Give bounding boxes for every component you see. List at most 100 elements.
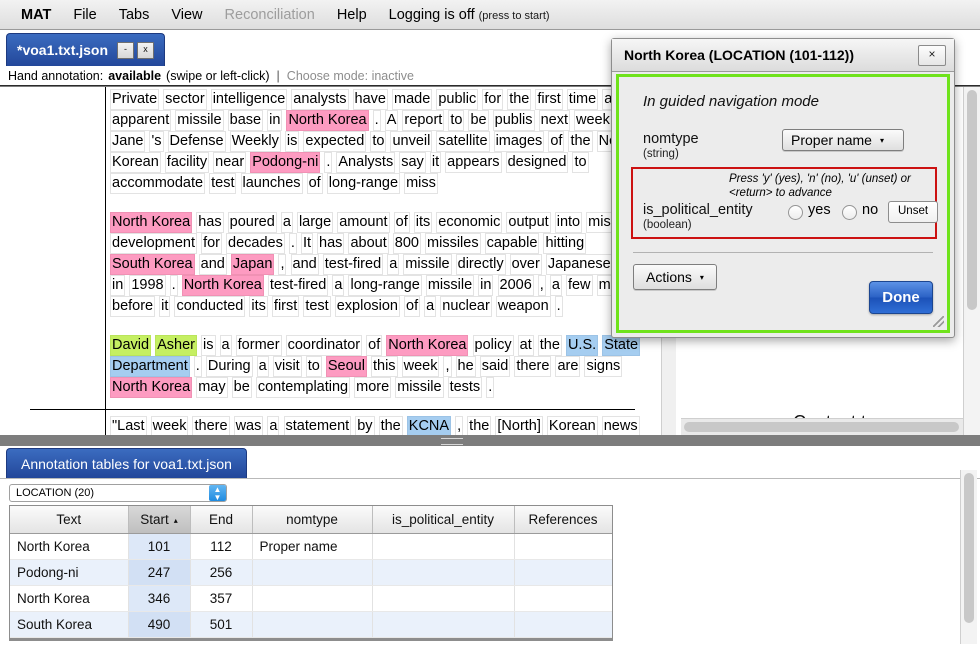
word-token[interactable]: he [455, 356, 476, 377]
word-token[interactable]: by [355, 416, 375, 435]
word-token[interactable]: 1998 [129, 275, 166, 296]
word-token[interactable]: . [169, 275, 178, 296]
word-token[interactable]: A [384, 110, 399, 131]
word-token[interactable]: a [387, 254, 400, 275]
word-token[interactable]: Defense [167, 131, 226, 152]
word-token[interactable]: are [555, 356, 581, 377]
cell-is-political-entity[interactable] [372, 611, 515, 638]
annotated-span[interactable]: Podong-ni [250, 152, 321, 173]
word-token[interactable]: "Last [110, 416, 147, 435]
cell-end[interactable]: 357 [190, 585, 253, 612]
word-token[interactable]: Private [110, 89, 160, 110]
resize-grip-icon[interactable] [933, 316, 944, 327]
annotated-span[interactable]: North Korea [110, 377, 193, 398]
menu-item-help[interactable]: Help [326, 7, 378, 23]
workarea-vertical-scrollbar[interactable] [963, 87, 980, 435]
word-token[interactable]: of [393, 212, 410, 233]
radio-yes[interactable] [788, 205, 803, 220]
annotated-span[interactable]: Japan [230, 254, 275, 275]
word-token[interactable]: of [306, 173, 323, 194]
word-token[interactable]: its [249, 296, 268, 317]
cell-end[interactable]: 256 [190, 559, 253, 586]
word-token[interactable]: of [366, 335, 383, 356]
menu-item-tabs[interactable]: Tabs [108, 7, 161, 23]
cell-is-political-entity[interactable] [372, 585, 515, 612]
cell-text[interactable]: South Korea [10, 611, 129, 638]
word-token[interactable]: the [537, 335, 562, 356]
annotated-span[interactable]: North Korea [286, 110, 369, 131]
table-row[interactable]: North Korea 101 112 Proper name [10, 533, 612, 560]
word-token[interactable]: in [267, 110, 283, 131]
annotated-span[interactable]: David [110, 335, 152, 356]
table-row[interactable]: Podong-ni 247 256 [10, 559, 612, 586]
cell-is-political-entity[interactable] [372, 559, 515, 586]
word-token[interactable]: amount [337, 212, 390, 233]
cell-references[interactable] [514, 559, 612, 586]
word-token[interactable]: directly [455, 254, 506, 275]
word-token[interactable]: designed [505, 152, 569, 173]
cell-text[interactable]: North Korea [10, 585, 129, 612]
word-token[interactable]: the [378, 416, 403, 435]
dialog-close-icon[interactable]: × [918, 44, 946, 66]
word-token[interactable]: there [192, 416, 230, 435]
choose-mode-status[interactable]: Choose mode: inactive [287, 69, 414, 83]
word-token[interactable]: report [402, 110, 445, 131]
word-token[interactable]: few [565, 275, 593, 296]
word-token[interactable]: test-fired [267, 275, 329, 296]
word-token[interactable]: more [354, 377, 392, 398]
annotated-span[interactable]: U.S. [565, 335, 599, 356]
word-token[interactable]: explosion [334, 296, 400, 317]
annotation-type-select[interactable]: LOCATION (20) ▲ ▼ [9, 484, 227, 502]
word-token[interactable]: it [159, 296, 171, 317]
splitter-grip-icon[interactable] [441, 438, 463, 445]
annotation-panel-scroll-thumb[interactable] [964, 473, 974, 623]
word-token[interactable]: the [507, 89, 532, 110]
word-token[interactable]: Korean [546, 416, 598, 435]
annotation-panel-vertical-scrollbar[interactable] [960, 470, 977, 644]
cell-start[interactable]: 346 [128, 585, 191, 612]
word-token[interactable]: a [549, 275, 562, 296]
word-token[interactable]: a [280, 212, 293, 233]
word-token[interactable]: long-range [326, 173, 401, 194]
word-token[interactable]: first [535, 89, 563, 110]
cell-end[interactable]: 501 [190, 611, 253, 638]
word-token[interactable]: coordinator [285, 335, 363, 356]
content-tags-horizontal-scrollbar[interactable] [681, 418, 980, 435]
cell-nomtype[interactable] [252, 585, 373, 612]
nomtype-dropdown[interactable]: Proper name ▾ [782, 129, 904, 151]
word-token[interactable]: into [554, 212, 583, 233]
word-token[interactable]: contemplating [255, 377, 351, 398]
word-token[interactable]: public [436, 89, 479, 110]
cell-nomtype[interactable] [252, 611, 373, 638]
word-token[interactable]: output [506, 212, 551, 233]
word-token[interactable]: be [231, 377, 252, 398]
word-token[interactable]: missile [395, 377, 444, 398]
word-token[interactable]: week [150, 416, 189, 435]
word-token[interactable]: Japanese [545, 254, 613, 275]
tab-voa1-txt-json[interactable]: *voa1.txt.json - x [6, 33, 166, 66]
cell-nomtype[interactable]: Proper name [252, 533, 373, 560]
cell-nomtype[interactable] [252, 559, 373, 586]
column-header-nomtype[interactable]: nomtype [252, 506, 373, 534]
word-token[interactable]: analysts [291, 89, 349, 110]
cell-references[interactable] [514, 611, 612, 638]
word-token[interactable]: missile [403, 254, 452, 275]
word-token[interactable]: , [455, 416, 464, 435]
word-token[interactable]: to [572, 152, 589, 173]
word-token[interactable]: base [227, 110, 264, 131]
word-token[interactable]: policy [472, 335, 514, 356]
word-token[interactable]: expected [303, 131, 367, 152]
menu-item-view[interactable]: View [160, 7, 213, 23]
word-token[interactable]: tests [447, 377, 483, 398]
table-row[interactable]: North Korea 346 357 [10, 585, 612, 612]
menu-item-file[interactable]: File [62, 7, 107, 23]
word-token[interactable]: . [554, 296, 563, 317]
unset-button[interactable]: Unset [888, 201, 939, 223]
word-token[interactable]: Jane [110, 131, 146, 152]
word-token[interactable]: for [482, 89, 504, 110]
document-panel[interactable]: Private sector intelligence analysts hav… [0, 87, 676, 435]
word-token[interactable]: apparent [110, 110, 172, 131]
annotated-span[interactable]: North Korea [386, 335, 469, 356]
menu-brand-mat[interactable]: MAT [10, 7, 62, 23]
word-token[interactable]: the [568, 131, 593, 152]
